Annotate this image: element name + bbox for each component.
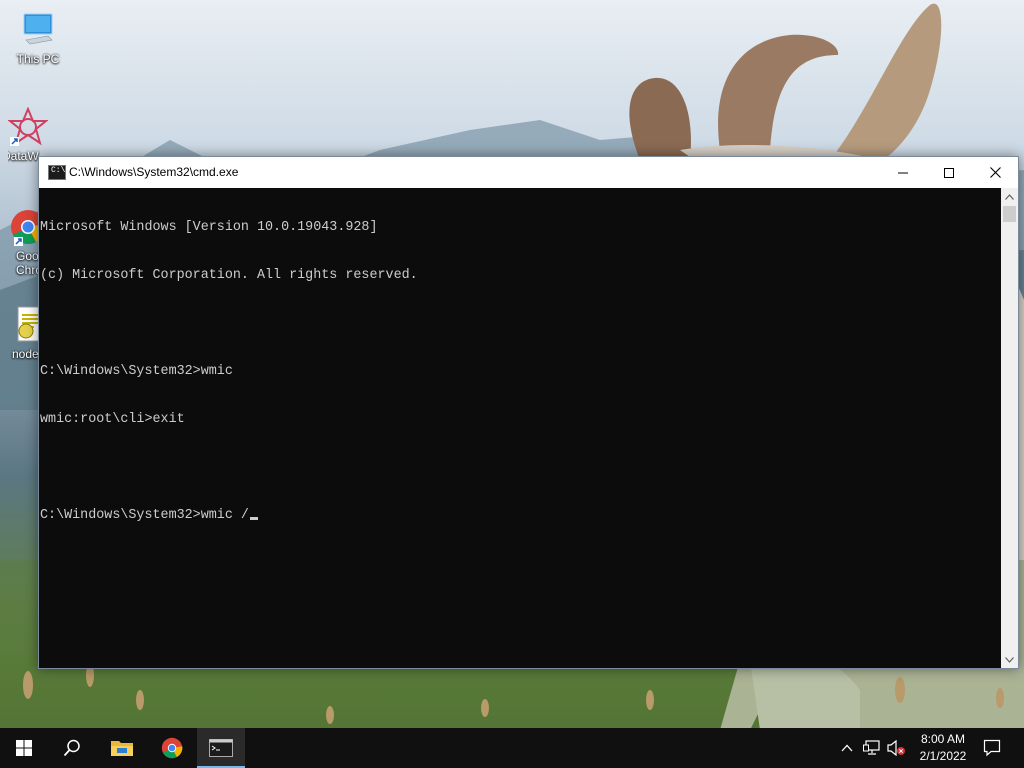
datawrapper-icon xyxy=(8,107,48,147)
scrollbar-thumb[interactable] xyxy=(1003,206,1016,222)
console-prompt-line[interactable]: C:\Windows\System32>wmic / xyxy=(40,508,1000,524)
desktop-icon-this-pc[interactable]: This PC xyxy=(8,10,68,66)
network-button[interactable] xyxy=(860,728,884,768)
desktop-icon-label: Goo Chro xyxy=(16,249,38,277)
console-line: Microsoft Windows [Version 10.0.19043.92… xyxy=(40,220,378,235)
action-center-button[interactable] xyxy=(978,728,1006,768)
cmd-taskbar-button[interactable] xyxy=(197,728,245,768)
desktop-icon-chrome[interactable]: Goo Chro xyxy=(8,207,38,277)
close-icon xyxy=(989,167,1001,178)
chrome-icon xyxy=(8,207,38,247)
vertical-scrollbar[interactable] xyxy=(1001,188,1018,668)
node-script-icon xyxy=(8,305,38,345)
minimize-icon xyxy=(898,172,908,173)
start-button[interactable] xyxy=(0,728,48,768)
search-button[interactable] xyxy=(48,728,96,768)
console-line: wmic:root\cli>exit xyxy=(40,412,185,427)
chevron-up-icon xyxy=(1005,193,1014,200)
file-explorer-button[interactable] xyxy=(98,728,146,768)
text-cursor xyxy=(249,517,258,520)
console-output[interactable]: Microsoft Windows [Version 10.0.19043.92… xyxy=(40,188,1000,668)
taskbar: 8:00 AM 2/1/2022 xyxy=(0,728,1024,768)
folder-icon xyxy=(111,741,133,756)
console-input-text: C:\Windows\System32>wmic / xyxy=(40,508,249,523)
this-pc-icon xyxy=(18,10,58,50)
tray-overflow-button[interactable] xyxy=(836,728,858,768)
desktop-icon-label: This PC xyxy=(16,52,60,66)
scroll-up-button[interactable] xyxy=(1001,188,1018,205)
desktop-icon-datawrapper[interactable]: DataW xyxy=(8,107,48,163)
volume-button[interactable] xyxy=(884,728,908,768)
cmd-window[interactable]: C:\ C:\Windows\System32\cmd.exe Microsof… xyxy=(38,156,1019,669)
chrome-icon xyxy=(161,737,183,759)
volume-muted-icon xyxy=(887,740,905,756)
window-title: C:\Windows\System32\cmd.exe xyxy=(69,165,239,179)
taskbar-clock[interactable]: 8:00 AM 2/1/2022 xyxy=(908,731,978,765)
search-icon xyxy=(63,739,80,757)
console-line: C:\Windows\System32>wmic xyxy=(40,364,233,379)
chrome-taskbar-button[interactable] xyxy=(148,728,196,768)
notification-icon xyxy=(983,739,1001,757)
maximize-icon xyxy=(944,167,954,178)
chevron-up-icon xyxy=(841,744,853,752)
minimize-button[interactable] xyxy=(880,157,926,188)
windows-start-icon xyxy=(16,740,32,756)
chevron-down-icon xyxy=(1005,656,1014,663)
window-titlebar[interactable]: C:\ C:\Windows\System32\cmd.exe xyxy=(39,157,1018,188)
close-button[interactable] xyxy=(972,157,1018,188)
console-line: (c) Microsoft Corporation. All rights re… xyxy=(40,268,418,283)
desktop-icon-node[interactable]: node xyxy=(8,305,38,361)
clock-time: 8:00 AM xyxy=(920,732,966,746)
scroll-down-button[interactable] xyxy=(1001,651,1018,668)
desktop-icon-label: node xyxy=(12,347,38,361)
network-icon xyxy=(863,740,880,755)
maximize-button[interactable] xyxy=(926,157,972,188)
cmd-icon: C:\ xyxy=(48,165,66,180)
clock-date: 2/1/2022 xyxy=(919,749,967,763)
cmd-icon xyxy=(209,739,233,757)
